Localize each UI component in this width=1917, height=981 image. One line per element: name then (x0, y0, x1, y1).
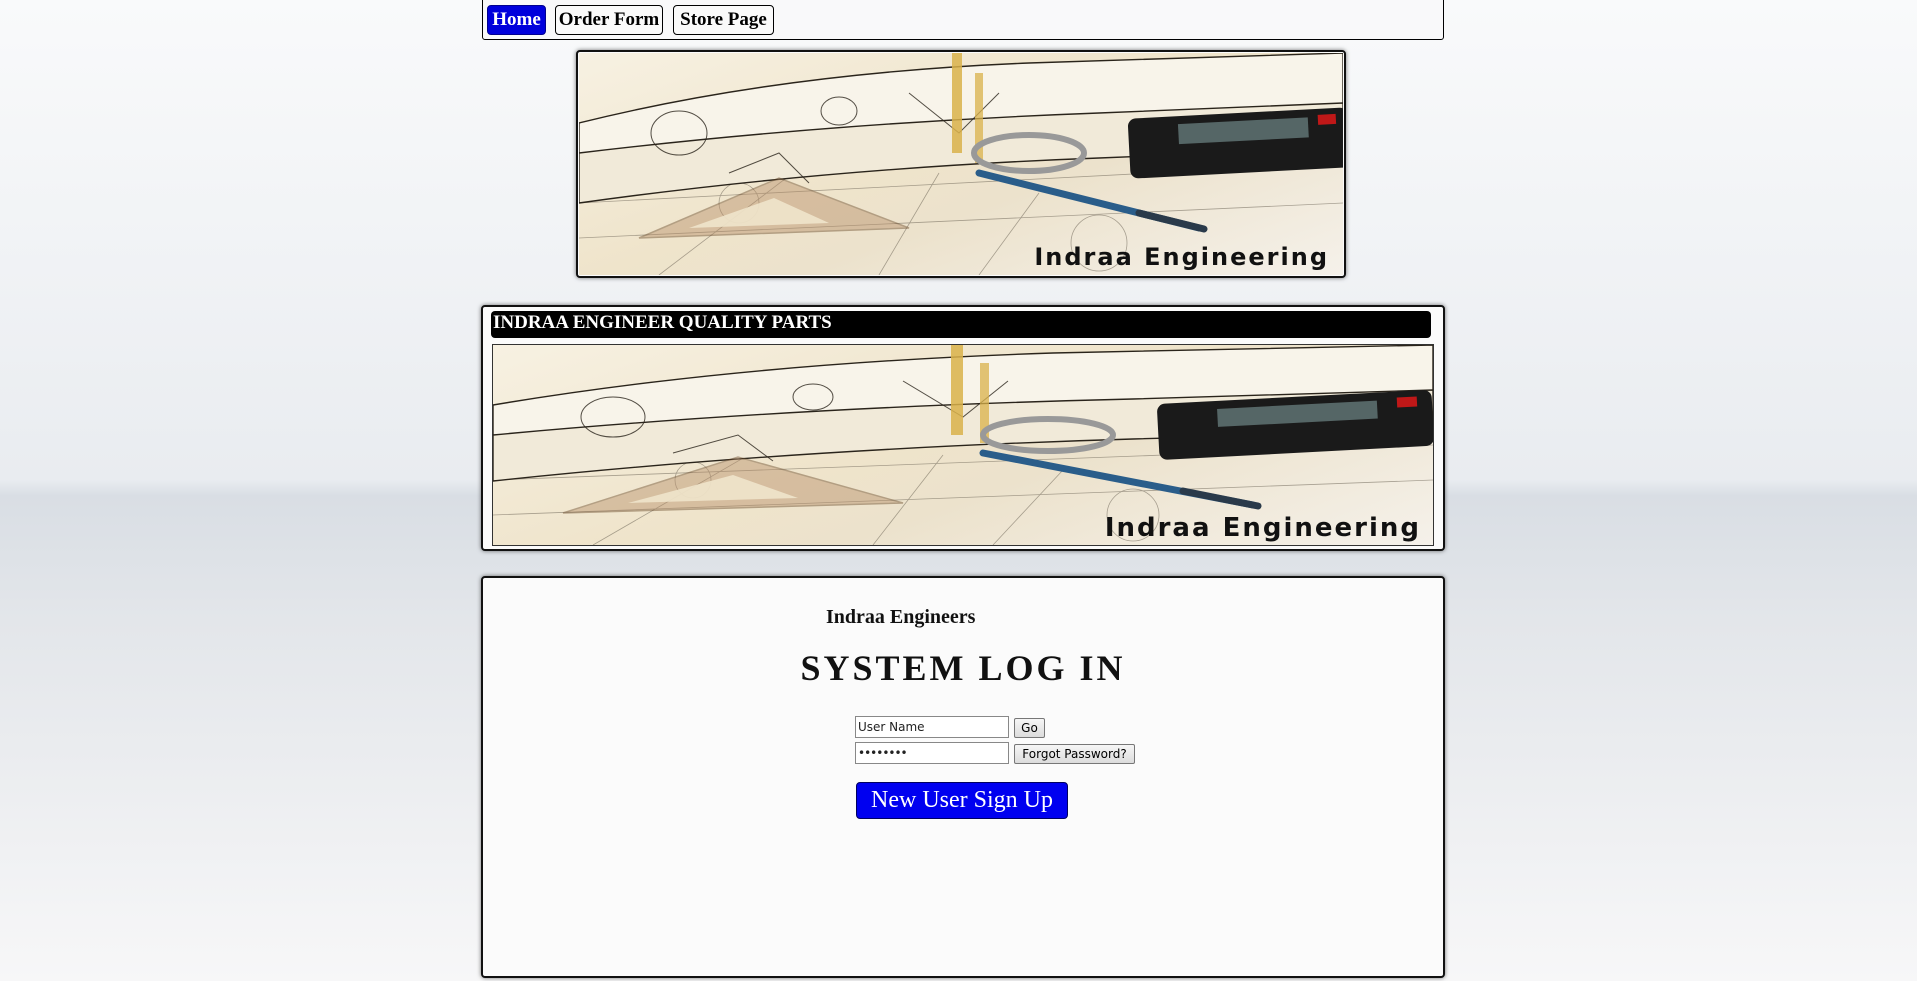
parts-banner-caption: Indraa Engineering (1104, 513, 1421, 543)
parts-section-title: INDRAA ENGINEER QUALITY PARTS (491, 311, 1431, 338)
top-nav: Home Order Form Store Page (482, 0, 1444, 40)
nav-order-form-button[interactable]: Order Form (555, 5, 663, 35)
go-button[interactable]: Go (1014, 718, 1045, 738)
top-banner-caption: Indraa Engineering (1034, 243, 1329, 271)
login-panel: Indraa Engineers SYSTEM LOG IN User Name… (481, 576, 1445, 978)
login-heading: SYSTEM LOG IN (800, 648, 1126, 688)
company-name: Indraa Engineers (826, 606, 976, 628)
new-user-signup-button[interactable]: New User Sign Up (856, 782, 1068, 819)
forgot-password-button[interactable]: Forgot Password? (1014, 744, 1135, 764)
top-banner-image: Indraa Engineering (579, 53, 1343, 275)
parts-section: INDRAA ENGINEER QUALITY PARTS Indraa Eng… (481, 305, 1445, 551)
top-banner-frame: Indraa Engineering (576, 50, 1346, 278)
parts-banner-image: Indraa Engineering (492, 344, 1434, 546)
nav-store-page-button[interactable]: Store Page (673, 5, 774, 35)
nav-home-button[interactable]: Home (487, 5, 546, 35)
password-input[interactable]: •••••••• (855, 742, 1009, 764)
username-input[interactable]: User Name (855, 716, 1009, 738)
blueprint-illustration (579, 53, 1343, 275)
